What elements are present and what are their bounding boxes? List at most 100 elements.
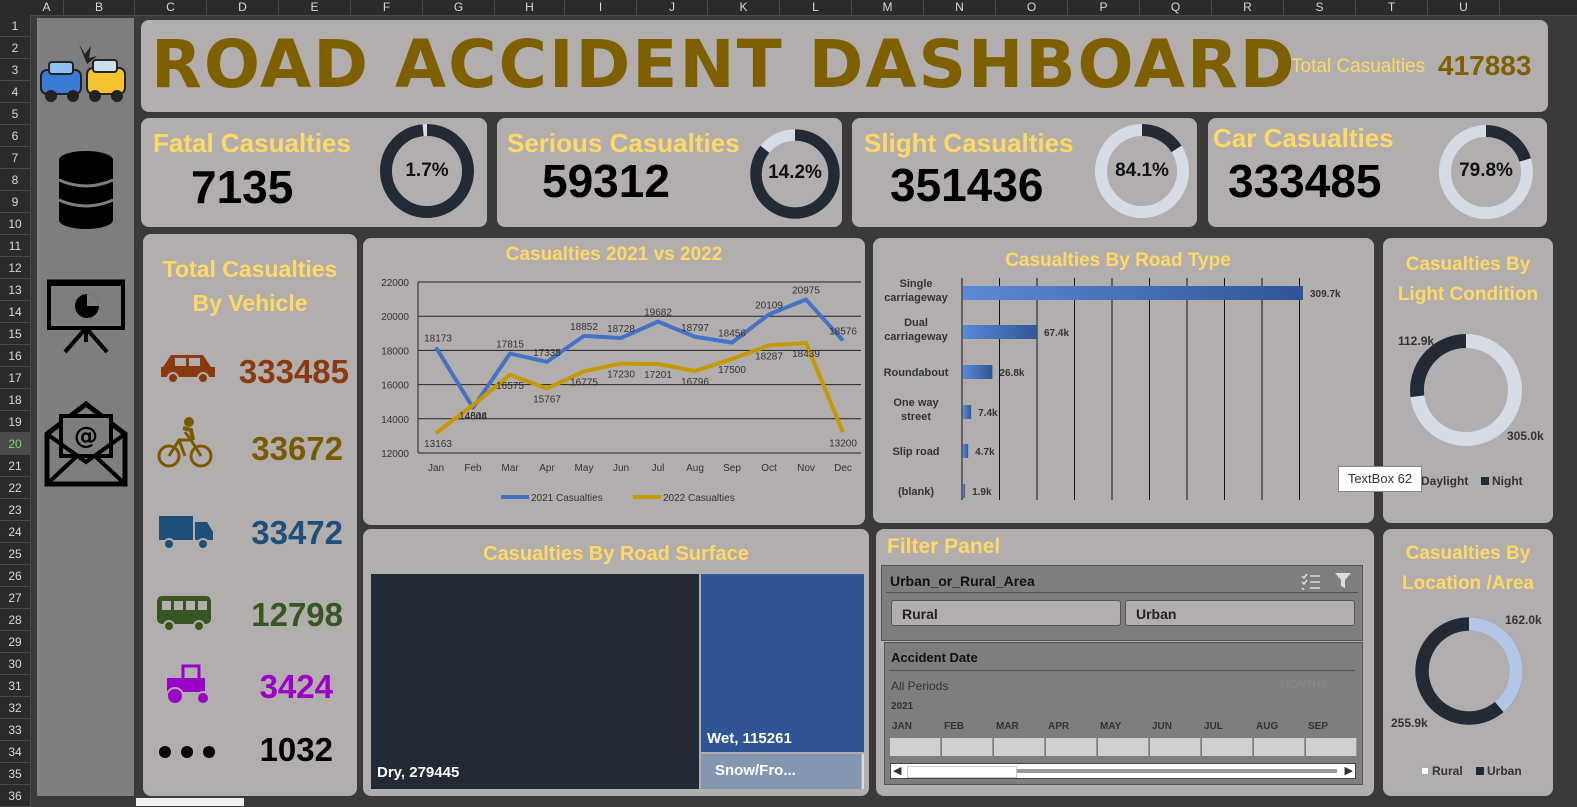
row-header[interactable]: 32 xyxy=(0,697,30,719)
column-header[interactable]: B xyxy=(64,0,135,15)
kpi-fatal: Fatal Casualties 7135 1.7% xyxy=(141,118,487,227)
row-header[interactable]: 29 xyxy=(0,631,30,653)
column-header[interactable]: D xyxy=(207,0,279,15)
row-header[interactable]: 19 xyxy=(0,411,30,433)
data-label: 14804 xyxy=(459,411,487,422)
column-header[interactable]: E xyxy=(279,0,351,15)
email-icon[interactable]: @ xyxy=(43,398,129,488)
tooltip: TextBox 62 xyxy=(1338,466,1422,492)
timeline-period-dropdown[interactable]: MONTHS xyxy=(1280,679,1328,691)
timeline-scrollbar[interactable]: ◀ ▶ xyxy=(890,763,1356,779)
column-header[interactable]: Q xyxy=(1140,0,1212,15)
date-timeline: Accident Date All Periods MONTHS 2021 JA… xyxy=(884,642,1363,785)
row-header[interactable]: 13 xyxy=(0,279,30,301)
column-headers: ABCDEFGHIJKLMNOPQRSTU xyxy=(0,0,1577,16)
scroll-right-arrow[interactable]: ▶ xyxy=(1345,764,1353,777)
row-header[interactable]: 22 xyxy=(0,477,30,499)
column-header[interactable]: L xyxy=(780,0,852,15)
row-header[interactable]: 9 xyxy=(0,191,30,213)
column-header[interactable]: G xyxy=(423,0,495,15)
column-header[interactable]: A xyxy=(30,0,64,15)
row-header[interactable]: 25 xyxy=(0,543,30,565)
x-tick-label: Mar xyxy=(501,463,519,474)
clear-filter-icon[interactable] xyxy=(1334,572,1354,590)
row-header[interactable]: 35 xyxy=(0,763,30,785)
row-header[interactable]: 34 xyxy=(0,741,30,763)
multi-select-icon[interactable] xyxy=(1300,572,1322,590)
column-header[interactable]: R xyxy=(1212,0,1284,15)
scroll-thumb[interactable] xyxy=(907,766,1017,778)
timeline-month-cell[interactable] xyxy=(942,738,993,756)
row-header[interactable]: 27 xyxy=(0,587,30,609)
column-header[interactable]: M xyxy=(852,0,924,15)
row-header[interactable]: 15 xyxy=(0,323,30,345)
column-header[interactable]: O xyxy=(996,0,1068,15)
timeline-month-label: APR xyxy=(1048,721,1070,732)
column-header[interactable]: I xyxy=(565,0,637,15)
row-header[interactable]: 4 xyxy=(0,81,30,103)
slicer-option-urban[interactable]: Urban xyxy=(1125,600,1355,626)
sheet-tab[interactable] xyxy=(136,798,244,806)
accident-icon[interactable] xyxy=(39,40,129,110)
row-header[interactable]: 26 xyxy=(0,565,30,587)
column-header[interactable]: F xyxy=(351,0,423,15)
row-header[interactable]: 11 xyxy=(0,235,30,257)
timeline-month-cell[interactable] xyxy=(1306,738,1357,756)
data-label: 18439 xyxy=(792,349,820,360)
location-title-line2: Location /Area xyxy=(1402,573,1534,594)
row-header[interactable]: 5 xyxy=(0,103,30,125)
row-header[interactable]: 7 xyxy=(0,147,30,169)
scroll-left-arrow[interactable]: ◀ xyxy=(893,764,901,777)
kpi-car: Car Casualties 333485 79.8% xyxy=(1208,118,1547,227)
database-icon[interactable] xyxy=(57,150,115,230)
timeline-month-cell[interactable] xyxy=(1150,738,1201,756)
presentation-icon[interactable] xyxy=(45,276,127,354)
row-header[interactable]: 17 xyxy=(0,367,30,389)
row-header[interactable]: 20 xyxy=(0,433,30,455)
row-header[interactable]: 23 xyxy=(0,499,30,521)
row-header[interactable]: 1 xyxy=(0,15,30,37)
column-header[interactable]: K xyxy=(708,0,780,15)
timeline-month-cell[interactable] xyxy=(1202,738,1253,756)
data-label: 18728 xyxy=(607,324,635,335)
surface-snow-tile: Snow/Fro... xyxy=(701,754,861,789)
row-header[interactable]: 2 xyxy=(0,37,30,59)
row-header[interactable]: 10 xyxy=(0,213,30,235)
row-header[interactable]: 36 xyxy=(0,785,30,807)
column-header[interactable]: C xyxy=(135,0,207,15)
row-header[interactable]: 24 xyxy=(0,521,30,543)
timeline-month-cell[interactable] xyxy=(1046,738,1097,756)
row-header[interactable]: 3 xyxy=(0,59,30,81)
timeline-month-cell[interactable] xyxy=(890,738,941,756)
column-header[interactable]: N xyxy=(924,0,996,15)
vehicle-bus-value: 12798 xyxy=(251,596,343,633)
column-header[interactable]: J xyxy=(637,0,708,15)
row-header[interactable]: 30 xyxy=(0,653,30,675)
column-header[interactable]: P xyxy=(1068,0,1140,15)
row-header[interactable]: 21 xyxy=(0,455,30,477)
row-header[interactable]: 28 xyxy=(0,609,30,631)
timeline-month-cell[interactable] xyxy=(994,738,1045,756)
column-header[interactable]: S xyxy=(1284,0,1356,15)
timeline-month-cell[interactable] xyxy=(1098,738,1149,756)
column-header[interactable]: H xyxy=(495,0,565,15)
row-header[interactable]: 6 xyxy=(0,125,30,147)
row-header[interactable]: 12 xyxy=(0,257,30,279)
row-header[interactable]: 8 xyxy=(0,169,30,191)
surface-panel: Casualties By Road Surface Dry, 279445 W… xyxy=(363,529,869,796)
row-header[interactable]: 18 xyxy=(0,389,30,411)
column-header[interactable]: U xyxy=(1428,0,1500,15)
column-header[interactable]: T xyxy=(1356,0,1428,15)
slicer-option-rural[interactable]: Rural xyxy=(891,600,1121,626)
x-tick-label: Aug xyxy=(686,463,704,474)
row-header[interactable]: 16 xyxy=(0,345,30,367)
vehicle-car-value: 333485 xyxy=(238,353,349,390)
legend-urban-marker xyxy=(1476,767,1484,775)
light-title-line1: Casualties By xyxy=(1405,254,1531,275)
surface-dry-label: Dry, 279445 xyxy=(377,764,460,781)
row-header[interactable]: 33 xyxy=(0,719,30,741)
bar xyxy=(963,405,972,419)
row-header[interactable]: 14 xyxy=(0,301,30,323)
row-header[interactable]: 31 xyxy=(0,675,30,697)
timeline-month-cell[interactable] xyxy=(1254,738,1305,756)
